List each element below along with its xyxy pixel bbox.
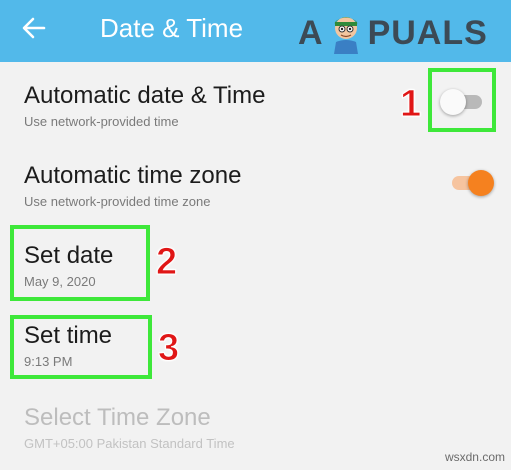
highlight-box-set-date: [10, 225, 150, 301]
setting-subtitle: GMT+05:00 Pakistan Standard Time: [24, 436, 235, 451]
setting-title: Select Time Zone: [24, 404, 211, 431]
page-title: Date & Time: [100, 13, 244, 43]
automatic-time-zone-toggle[interactable]: [448, 169, 494, 197]
setting-subtitle: Use network-provided time: [24, 114, 179, 129]
step-number-2: 2: [155, 241, 178, 283]
setting-select-time-zone: Select Time Zone GMT+05:00 Pakistan Stan…: [24, 404, 235, 452]
step-number-3: 3: [157, 327, 180, 369]
app-bar: Date & Time A PUALS: [0, 0, 511, 62]
highlight-box-toggle: [428, 68, 496, 132]
setting-subtitle: Use network-provided time zone: [24, 194, 211, 209]
setting-title: Automatic time zone: [24, 162, 242, 189]
setting-automatic-date-time[interactable]: Automatic date & Time Use network-provid…: [24, 82, 265, 130]
watermark-brand-left: A: [298, 14, 324, 52]
mascot-icon: [333, 17, 358, 54]
site-watermark: wsxdn.com: [444, 450, 505, 464]
arrow-left-icon[interactable]: [18, 12, 50, 44]
step-number-1: 1: [399, 83, 422, 125]
setting-title: Automatic date & Time: [24, 82, 266, 109]
watermark-brand-right: PUALS: [367, 14, 488, 52]
toggle-thumb: [468, 170, 494, 196]
highlight-box-set-time: [10, 315, 152, 379]
setting-automatic-time-zone[interactable]: Automatic time zone Use network-provided…: [24, 162, 241, 210]
appuals-watermark: A PUALS: [298, 12, 488, 54]
